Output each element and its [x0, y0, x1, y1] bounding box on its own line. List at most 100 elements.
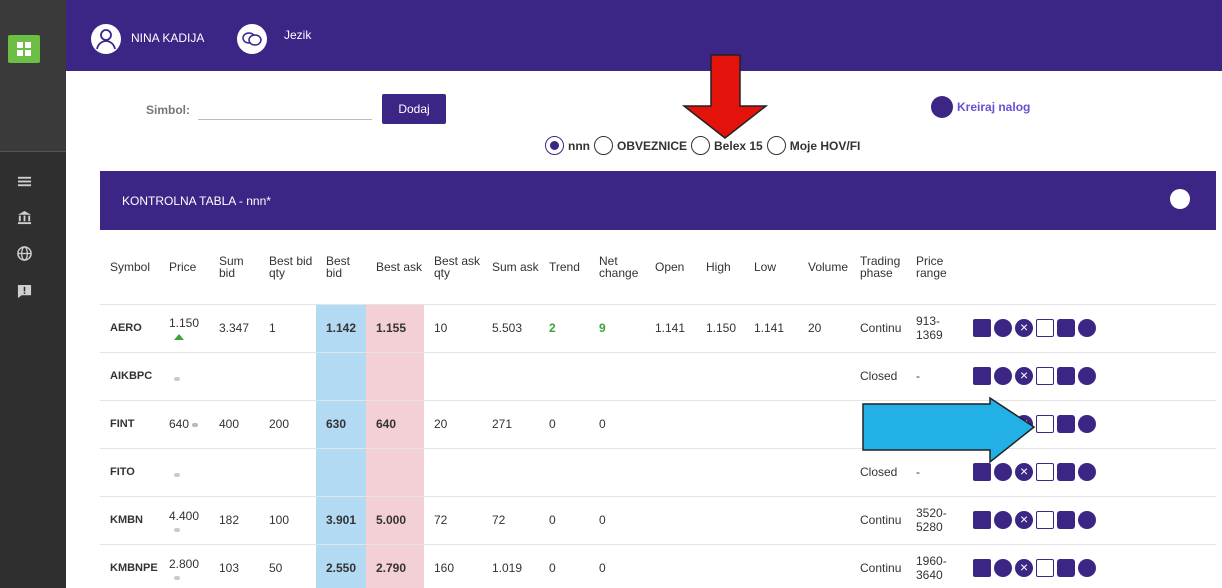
settings-icon[interactable] — [994, 511, 1012, 529]
chart-icon[interactable] — [1078, 511, 1096, 529]
cell-price: 640 — [159, 399, 209, 448]
col-trend[interactable]: Trend — [539, 230, 589, 304]
col-sum-ask[interactable]: Sum ask — [482, 230, 539, 304]
radio-icon[interactable] — [691, 136, 711, 155]
col-symbol[interactable]: Symbol — [100, 230, 159, 304]
cell-symbol[interactable]: AIKBPC — [100, 351, 159, 400]
col-high[interactable]: High — [696, 230, 744, 304]
table-icon[interactable] — [973, 367, 991, 385]
filter-belex15[interactable]: Belex 15 — [691, 136, 763, 155]
cell-low — [744, 447, 798, 496]
document-icon[interactable] — [1036, 415, 1054, 433]
col-trading-phase[interactable]: Trading phase — [850, 230, 906, 304]
col-volume[interactable]: Volume — [798, 230, 850, 304]
bank-icon[interactable] — [8, 206, 40, 228]
create-order-link[interactable]: Kreiraj nalog — [931, 96, 1030, 118]
money-icon[interactable] — [1057, 511, 1075, 529]
col-best-bid-qty[interactable]: Best bid qty — [259, 230, 316, 304]
col-best-bid[interactable]: Best bid — [316, 230, 366, 304]
settings-icon[interactable] — [994, 463, 1012, 481]
col-best-ask[interactable]: Best ask — [366, 230, 424, 304]
cancel-icon[interactable] — [1015, 415, 1033, 433]
table-row[interactable]: KMBNPE 2.800 103 50 2.550 2.790 160 1.01… — [100, 543, 1216, 588]
money-icon[interactable] — [1057, 415, 1075, 433]
market-table: Symbol Price Sum bid Best bid qty Best b… — [100, 230, 1216, 588]
chart-icon[interactable] — [1078, 463, 1096, 481]
table-row[interactable]: FITO Closed - — [100, 447, 1216, 496]
cell-symbol[interactable]: KMBN — [100, 495, 159, 544]
settings-icon[interactable] — [994, 367, 1012, 385]
cell-best-bid-qty: 100 — [259, 495, 316, 544]
add-button[interactable]: Dodaj — [382, 94, 446, 124]
money-icon[interactable] — [1057, 319, 1075, 337]
cancel-icon[interactable] — [1015, 559, 1033, 578]
language-label[interactable]: Jezik — [284, 28, 311, 42]
cancel-icon[interactable] — [1015, 511, 1033, 529]
chart-icon[interactable] — [1078, 367, 1096, 385]
chart-icon[interactable] — [1078, 415, 1096, 433]
panel-settings-icon[interactable] — [1170, 189, 1190, 209]
cancel-icon[interactable] — [1015, 463, 1033, 481]
radio-icon[interactable] — [766, 136, 786, 155]
globe-icon[interactable] — [8, 242, 40, 264]
document-icon[interactable] — [1036, 559, 1054, 578]
table-icon[interactable] — [973, 511, 991, 529]
col-net-change[interactable]: Net change — [589, 230, 645, 304]
filter-obveznice[interactable]: OBVEZNICE — [594, 136, 687, 155]
chart-icon[interactable] — [1078, 559, 1096, 578]
cell-trading-phase — [850, 399, 906, 448]
feedback-icon[interactable] — [8, 280, 40, 302]
user-avatar-icon[interactable] — [91, 24, 121, 54]
list-icon[interactable] — [8, 170, 40, 192]
col-price-range[interactable]: Price range — [906, 230, 963, 304]
cell-sum-ask — [482, 351, 539, 400]
col-sum-bid[interactable]: Sum bid — [209, 230, 259, 304]
col-open[interactable]: Open — [645, 230, 696, 304]
table-icon[interactable] — [973, 415, 991, 433]
table-row[interactable]: AIKBPC Closed - — [100, 351, 1216, 400]
document-icon[interactable] — [1036, 367, 1054, 385]
cell-open — [645, 447, 696, 496]
cell-symbol[interactable]: KMBNPE — [100, 543, 159, 588]
panel-title: KONTROLNA TABLA - nnn* — [122, 194, 271, 208]
col-price[interactable]: Price — [159, 230, 209, 304]
document-icon[interactable] — [1036, 511, 1054, 529]
col-low[interactable]: Low — [744, 230, 798, 304]
cell-trend — [539, 351, 589, 400]
table-icon[interactable] — [973, 463, 991, 481]
symbol-input[interactable] — [198, 98, 372, 120]
cell-symbol[interactable]: AERO — [100, 303, 159, 352]
chart-icon[interactable] — [1078, 319, 1096, 337]
document-icon[interactable] — [1036, 319, 1054, 337]
money-icon[interactable] — [1057, 367, 1075, 385]
table-icon[interactable] — [973, 319, 991, 337]
money-icon[interactable] — [1057, 559, 1075, 578]
filter-moje-hov[interactable]: Moje HOV/FI — [766, 136, 860, 155]
cell-trading-phase: Continu — [850, 495, 906, 544]
table-icon[interactable] — [973, 559, 991, 578]
cancel-icon[interactable] — [1015, 319, 1033, 337]
sidebar-item-dashboard[interactable] — [0, 33, 66, 67]
cell-price-range: 3520-5280 — [906, 495, 963, 544]
settings-icon[interactable] — [994, 319, 1012, 337]
username[interactable]: NINA KADIJA — [131, 31, 204, 45]
cell-high — [696, 399, 744, 448]
filter-nnn[interactable]: nnn — [545, 136, 590, 155]
settings-icon[interactable] — [994, 559, 1012, 578]
table-row[interactable]: AERO 1.150 3.347 1 1.142 1.155 10 5.503 … — [100, 303, 1216, 352]
cell-symbol[interactable]: FINT — [100, 399, 159, 448]
table-row[interactable]: KMBN 4.400 182 100 3.901 5.000 72 72 0 0… — [100, 495, 1216, 544]
table-row[interactable]: FINT 640 400 200 630 640 20 271 0 0 512- — [100, 399, 1216, 448]
money-icon[interactable] — [1057, 463, 1075, 481]
cell-best-ask-qty — [424, 447, 482, 496]
radio-selected-icon[interactable] — [545, 136, 564, 155]
dashboard-icon[interactable] — [8, 35, 40, 63]
language-icon[interactable] — [237, 24, 267, 54]
col-best-ask-qty[interactable]: Best ask qty — [424, 230, 482, 304]
cancel-icon[interactable] — [1015, 367, 1033, 385]
document-icon[interactable] — [1036, 463, 1054, 481]
settings-icon[interactable] — [994, 415, 1012, 433]
radio-icon[interactable] — [594, 136, 613, 155]
cell-best-ask-qty: 72 — [424, 495, 482, 544]
cell-symbol[interactable]: FITO — [100, 447, 159, 496]
